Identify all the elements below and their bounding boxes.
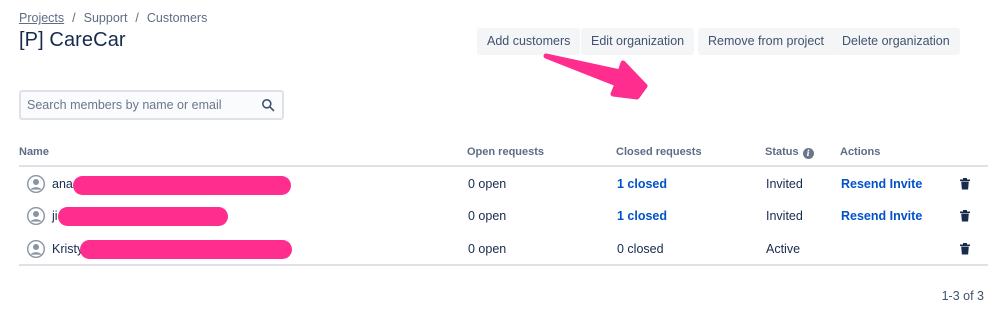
column-header-open-requests: Open requests xyxy=(467,146,545,158)
breadcrumb-support[interactable]: Support xyxy=(84,11,128,25)
trash-icon[interactable] xyxy=(959,243,971,255)
resend-invite-link[interactable]: Resend Invite xyxy=(841,209,922,223)
closed-requests-link[interactable]: 1 closed xyxy=(617,209,667,223)
customer-name: Kristy xyxy=(52,242,84,256)
delete-organization-button[interactable]: Delete organization xyxy=(832,28,960,55)
open-requests: 0 open xyxy=(468,209,507,223)
open-requests: 0 open xyxy=(468,177,507,191)
search-box[interactable] xyxy=(19,90,284,120)
status-badge: Invited xyxy=(766,209,803,223)
closed-requests-link[interactable]: 1 closed xyxy=(617,177,667,191)
column-header-name: Name xyxy=(19,146,49,158)
open-requests: 0 open xyxy=(468,242,507,256)
info-icon[interactable]: i xyxy=(802,148,814,159)
pagination-count: 1-3 of 3 xyxy=(941,289,984,303)
add-customers-button[interactable]: Add customers xyxy=(477,28,581,55)
table-bottom-divider xyxy=(19,264,988,266)
redaction-mark xyxy=(80,240,292,259)
redaction-mark xyxy=(58,207,228,226)
status-header-label: Status xyxy=(765,146,799,158)
breadcrumb-separator: / xyxy=(135,11,139,25)
search-icon[interactable] xyxy=(261,98,275,112)
column-header-closed-requests: Closed requests xyxy=(616,146,702,158)
redaction-mark xyxy=(73,176,291,195)
trash-icon[interactable] xyxy=(959,210,971,222)
table-header-divider xyxy=(19,165,988,167)
edit-organization-button[interactable]: Edit organization xyxy=(581,28,695,55)
user-avatar-icon xyxy=(27,240,45,258)
user-avatar-icon xyxy=(27,175,45,193)
page-title: [P] CareCar xyxy=(19,29,126,51)
breadcrumb-customers: Customers xyxy=(146,11,208,25)
user-avatar-icon xyxy=(27,207,45,225)
column-header-actions: Actions xyxy=(840,146,881,158)
customer-name: ana xyxy=(52,177,73,191)
resend-invite-link[interactable]: Resend Invite xyxy=(841,177,922,191)
trash-icon[interactable] xyxy=(959,178,971,190)
status-badge: Invited xyxy=(766,177,803,191)
status-badge: Active xyxy=(766,242,801,256)
breadcrumb-separator: / xyxy=(72,11,76,25)
search-input[interactable] xyxy=(21,92,258,118)
customer-name: ji xyxy=(52,209,58,223)
breadcrumb-projects[interactable]: Projects xyxy=(19,11,64,25)
remove-from-project-button[interactable]: Remove from project xyxy=(698,28,835,55)
breadcrumb: Projects / Support / Customers xyxy=(19,11,207,25)
column-header-status: Status i xyxy=(765,146,814,159)
closed-requests: 0 closed xyxy=(617,242,664,256)
